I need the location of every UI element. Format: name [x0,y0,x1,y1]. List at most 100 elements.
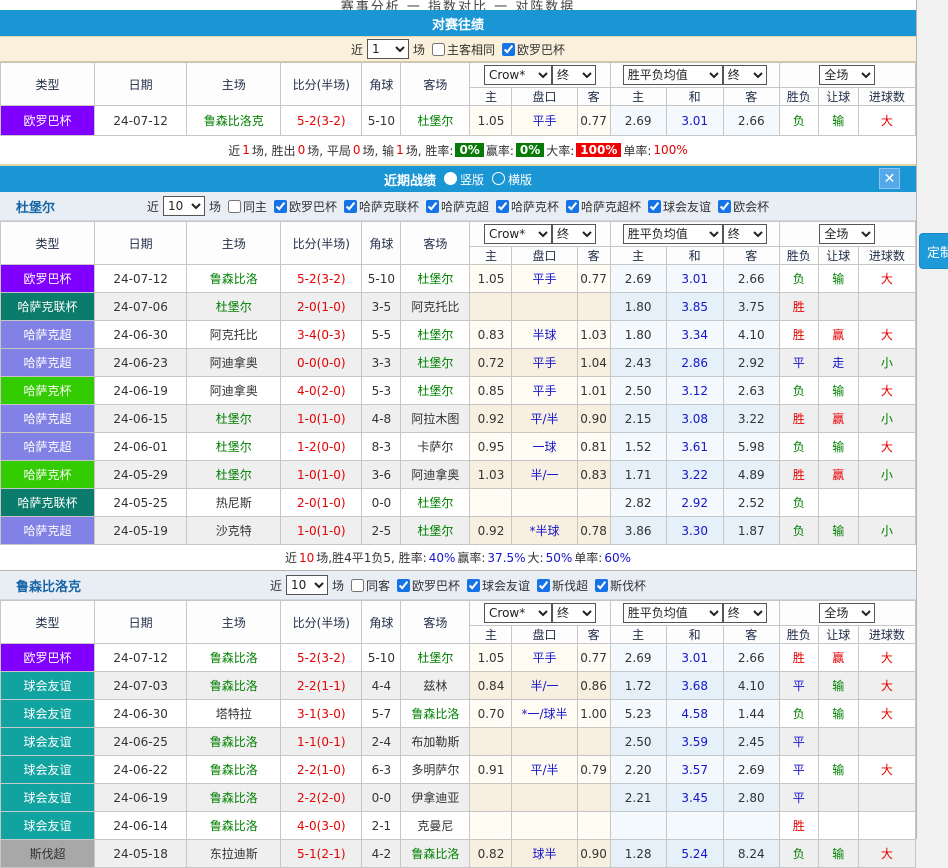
scope-select[interactable]: 全场 [819,603,875,623]
avg-draw-odds: 3.01 [666,106,723,136]
league-checkbox-label: 哈萨克联杯 [359,198,419,215]
avg-draw-odds: 3.30 [666,517,723,545]
league-checkbox-6[interactable] [718,200,731,213]
crow-away-odds [577,489,610,517]
league-checkbox-2[interactable] [426,200,439,213]
home-team-cell[interactable]: 杜堡尔 [187,461,281,489]
avg-away-odds: 1.44 [723,700,779,728]
result-goals-cell: 大 [858,433,915,461]
league-checkbox-label: 哈萨克超杯 [581,198,641,215]
same-venue-checkbox[interactable] [228,200,241,213]
home-team-cell[interactable]: 鲁森比洛 [187,265,281,293]
layout-radio-label-1[interactable]: 横版 [508,173,532,187]
scope-select[interactable]: 全场 [819,224,875,244]
score-cell: 5-2(3-2) [281,265,362,293]
league-checkbox-1[interactable] [344,200,357,213]
home-team-cell[interactable]: 塔特拉 [187,700,281,728]
sub-column-header-1: 盘口 [512,247,577,265]
final-avg-select[interactable]: 终 [723,224,767,244]
home-team-cell[interactable]: 阿克托比 [187,321,281,349]
score-cell: 2-0(1-0) [281,489,362,517]
home-team-cell[interactable]: 东拉迪斯 [187,840,281,868]
final-odds-select[interactable]: 终 [552,603,596,623]
league-checkbox-5[interactable] [648,200,661,213]
bookmaker-select[interactable]: Crow* [484,224,552,244]
table-row: 球会友谊24-06-19鲁森比洛2-2(2-0)0-0伊拿迪亚2.213.452… [1,784,916,812]
final-avg-select[interactable]: 终 [723,603,767,623]
handicap-cell: 平手 [512,377,577,405]
away-team-cell[interactable]: 鲁森比洛 [401,700,470,728]
score-cell: 1-0(1-0) [281,517,362,545]
scope-select[interactable]: 全场 [819,65,875,85]
home-team-cell[interactable]: 热尼斯 [187,489,281,517]
bookmaker-select[interactable]: Crow* [484,65,552,85]
result-wdl-cell: 负 [779,377,818,405]
away-team-cell[interactable]: 杜堡尔 [401,644,470,672]
away-team-cell[interactable]: 布加勒斯 [401,728,470,756]
home-team-cell[interactable]: 鲁森比洛 [187,812,281,840]
close-icon[interactable]: ✕ [879,168,900,189]
same-venue-checkbox[interactable] [351,579,364,592]
league-checkbox-3[interactable] [496,200,509,213]
sub-column-header-5: 客 [723,88,779,106]
avg-odds-select[interactable]: 胜平负均值 [623,65,723,85]
same-venue-checkbox[interactable] [432,43,445,56]
away-team-cell[interactable]: 杜堡尔 [401,517,470,545]
home-team-cell[interactable]: 沙克特 [187,517,281,545]
avg-odds-select[interactable]: 胜平负均值 [623,603,723,623]
home-team-cell[interactable]: 杜堡尔 [187,433,281,461]
home-team-cell[interactable]: 杜堡尔 [187,293,281,321]
team-name-title[interactable]: 杜堡尔 [16,197,55,216]
bookmaker-select[interactable]: Crow* [484,603,552,623]
layout-radio-0[interactable] [444,172,457,185]
home-team-cell[interactable]: 鲁森比洛克 [187,106,281,136]
league-checkbox-label: 欧罗巴杯 [517,41,565,58]
avg-away-odds: 2.80 [723,784,779,812]
final-odds-select[interactable]: 终 [552,224,596,244]
away-team-cell[interactable]: 杜堡尔 [401,377,470,405]
away-team-cell[interactable]: 兹林 [401,672,470,700]
home-team-cell[interactable]: 鲁森比洛 [187,728,281,756]
away-team-cell[interactable]: 克曼尼 [401,812,470,840]
avg-odds-select[interactable]: 胜平负均值 [623,224,723,244]
home-team-cell[interactable]: 鲁森比洛 [187,672,281,700]
recent-count-select[interactable]: 1 [367,39,409,59]
home-team-cell[interactable]: 鲁森比洛 [187,756,281,784]
layout-radio-label-0[interactable]: 竖版 [460,173,484,187]
layout-radio-1[interactable] [492,172,505,185]
recent-count-select[interactable]: 10 [286,575,328,595]
home-team-cell[interactable]: 杜堡尔 [187,405,281,433]
away-team-cell[interactable]: 杜堡尔 [401,489,470,517]
avg-draw-odds: 3.61 [666,433,723,461]
league-checkbox-0[interactable] [502,43,515,56]
away-team-cell[interactable]: 杜堡尔 [401,265,470,293]
league-checkbox-0[interactable] [397,579,410,592]
final-odds-select[interactable]: 终 [552,65,596,85]
league-checkbox-0[interactable] [274,200,287,213]
away-team-cell[interactable]: 杜堡尔 [401,321,470,349]
away-team-cell[interactable]: 杜堡尔 [401,349,470,377]
final-avg-select[interactable]: 终 [723,65,767,85]
recent-count-select[interactable]: 10 [163,196,205,216]
home-team-cell[interactable]: 阿迪拿奥 [187,349,281,377]
league-checkbox-1[interactable] [467,579,480,592]
result-wdl-cell: 负 [779,517,818,545]
sub-column-header-1: 盘口 [512,88,577,106]
league-checkbox-3[interactable] [595,579,608,592]
customize-side-button[interactable]: 定制 [919,233,948,269]
home-team-cell[interactable]: 鲁森比洛 [187,644,281,672]
avg-select-group: 胜平负均值终 [610,63,779,88]
away-team-cell[interactable]: 阿迪拿奥 [401,461,470,489]
home-team-cell[interactable]: 鲁森比洛 [187,784,281,812]
team-name-title[interactable]: 鲁森比洛克 [16,576,81,595]
away-team-cell[interactable]: 卡萨尔 [401,433,470,461]
league-checkbox-2[interactable] [537,579,550,592]
away-team-cell[interactable]: 阿克托比 [401,293,470,321]
away-team-cell[interactable]: 伊拿迪亚 [401,784,470,812]
away-team-cell[interactable]: 鲁森比洛 [401,840,470,868]
away-team-cell[interactable]: 多明萨尔 [401,756,470,784]
away-team-cell[interactable]: 阿拉木图 [401,405,470,433]
league-checkbox-4[interactable] [566,200,579,213]
home-team-cell[interactable]: 阿迪拿奥 [187,377,281,405]
away-team-cell[interactable]: 杜堡尔 [401,106,470,136]
